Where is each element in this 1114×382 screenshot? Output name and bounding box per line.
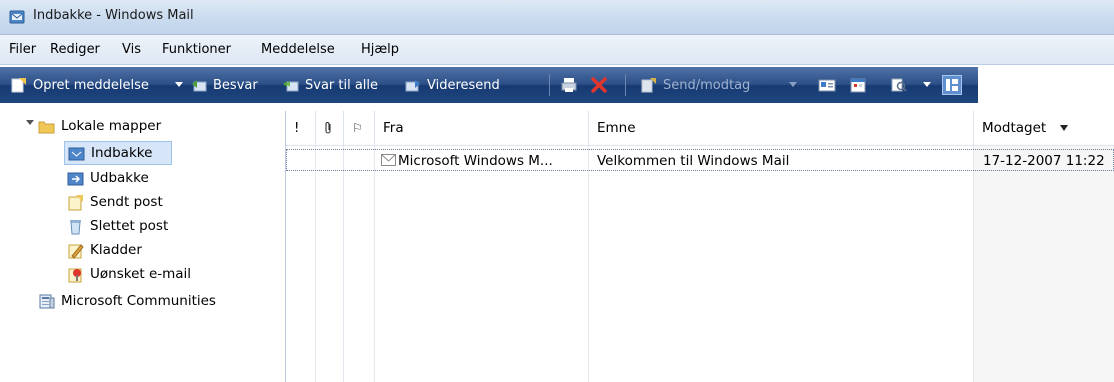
priority-icon: ! bbox=[294, 120, 300, 136]
column-header-priority[interactable]: ! bbox=[286, 111, 316, 145]
folder-local-folders[interactable]: Lokale mapper bbox=[38, 115, 161, 137]
folder-pane: Lokale mapper Indbakke Udbakke Sendt pos… bbox=[0, 111, 286, 382]
send-receive-button[interactable]: Send/modtag bbox=[640, 67, 750, 103]
calendar-button[interactable] bbox=[849, 67, 872, 103]
message-list: ! ⚐ Fra Emne Modtaget Microsoft Windows … bbox=[286, 111, 1114, 382]
create-mail-dropdown[interactable] bbox=[175, 82, 183, 87]
drafts-icon bbox=[68, 243, 84, 259]
delete-button[interactable] bbox=[590, 67, 613, 103]
send-receive-label: Send/modtag bbox=[663, 77, 751, 93]
folder-label: Lokale mapper bbox=[61, 118, 162, 134]
folder-sent[interactable]: Sendt post bbox=[67, 191, 163, 213]
forward-button[interactable]: Videresend bbox=[404, 67, 500, 103]
column-header-subject[interactable]: Emne bbox=[589, 111, 974, 145]
column-divider bbox=[374, 146, 375, 382]
folder-label: Sendt post bbox=[90, 194, 163, 210]
message-from: Microsoft Windows M... bbox=[398, 153, 553, 169]
folder-label: Uønsket e-mail bbox=[90, 266, 192, 282]
contacts-button[interactable] bbox=[818, 67, 841, 103]
folder-inbox[interactable]: Indbakke bbox=[64, 141, 172, 165]
column-divider bbox=[973, 146, 974, 382]
message-row[interactable]: Microsoft Windows M... Velkommen til Win… bbox=[286, 149, 1114, 171]
menu-file[interactable]: Filer bbox=[9, 42, 36, 57]
reply-all-button[interactable]: Svar til alle bbox=[282, 67, 378, 103]
calendar-icon bbox=[850, 78, 866, 93]
create-mail-button[interactable]: Opret meddelelse bbox=[10, 67, 149, 103]
toolbar-separator bbox=[625, 74, 626, 96]
toolbar-band: Opret meddelelse Besvar Svar til alle Vi… bbox=[0, 67, 978, 103]
toolbar: Opret meddelelse Besvar Svar til alle Vi… bbox=[0, 65, 1114, 111]
title-bar: Indbakke - Windows Mail bbox=[0, 0, 1114, 35]
reply-all-icon bbox=[283, 81, 299, 92]
column-label: Emne bbox=[597, 120, 636, 136]
flag-icon: ⚐ bbox=[352, 121, 363, 135]
create-mail-label: Opret meddelelse bbox=[33, 77, 149, 93]
layout-button[interactable] bbox=[942, 67, 967, 103]
print-icon bbox=[561, 78, 577, 92]
send-receive-icon bbox=[641, 78, 656, 93]
layout-icon bbox=[942, 75, 962, 95]
menu-bar: Filer Rediger Vis Funktioner Meddelelse … bbox=[0, 35, 1114, 65]
column-header-received[interactable]: Modtaget bbox=[974, 111, 1114, 145]
column-divider bbox=[588, 146, 589, 382]
message-received: 17-12-2007 11:22 bbox=[983, 153, 1105, 169]
folder-drafts[interactable]: Kladder bbox=[67, 239, 142, 261]
inbox-icon bbox=[68, 147, 85, 160]
folder-microsoft-communities[interactable]: Microsoft Communities bbox=[38, 290, 216, 312]
find-icon bbox=[891, 78, 907, 92]
find-button[interactable] bbox=[890, 67, 913, 103]
folder-deleted[interactable]: Slettet post bbox=[67, 215, 168, 237]
new-message-icon bbox=[11, 78, 26, 93]
column-label: Modtaget bbox=[982, 120, 1047, 136]
windows-mail-app-icon bbox=[9, 10, 25, 24]
column-divider bbox=[343, 146, 344, 382]
message-subject: Velkommen til Windows Mail bbox=[597, 153, 790, 169]
forward-icon bbox=[405, 80, 420, 92]
forward-label: Videresend bbox=[427, 77, 500, 93]
folder-label: Kladder bbox=[90, 242, 142, 258]
sent-items-icon bbox=[68, 194, 83, 210]
folder-label: Slettet post bbox=[90, 218, 169, 234]
column-header-attachment[interactable] bbox=[316, 111, 344, 145]
toolbar-separator bbox=[549, 74, 550, 96]
expand-arrow-icon[interactable] bbox=[26, 120, 34, 125]
column-header-from[interactable]: Fra bbox=[375, 111, 589, 145]
menu-tools[interactable]: Funktioner bbox=[162, 42, 231, 57]
folder-label: Microsoft Communities bbox=[61, 293, 216, 309]
folder-junk[interactable]: Uønsket e-mail bbox=[67, 263, 191, 285]
newsgroup-icon bbox=[39, 294, 55, 308]
menu-edit[interactable]: Rediger bbox=[50, 42, 100, 57]
sort-descending-icon bbox=[1060, 125, 1069, 131]
menu-view[interactable]: Vis bbox=[122, 42, 141, 57]
delete-icon bbox=[591, 77, 607, 93]
column-header-flag[interactable]: ⚐ bbox=[344, 111, 375, 145]
folder-label: Udbakke bbox=[90, 170, 149, 186]
menu-message[interactable]: Meddelelse bbox=[261, 42, 335, 57]
send-receive-dropdown[interactable] bbox=[789, 82, 797, 87]
junk-mail-icon bbox=[68, 268, 82, 282]
reply-button[interactable]: Besvar bbox=[190, 67, 258, 103]
envelope-read-icon bbox=[381, 154, 396, 166]
outbox-icon bbox=[67, 172, 84, 185]
window-title: Indbakke - Windows Mail bbox=[33, 8, 194, 23]
reply-label: Besvar bbox=[213, 77, 258, 93]
sorted-column-background bbox=[974, 146, 1114, 382]
header-divider bbox=[286, 145, 1114, 146]
print-button[interactable] bbox=[560, 67, 583, 103]
recycle-bin-icon bbox=[70, 219, 81, 234]
attachment-icon bbox=[325, 122, 331, 134]
column-label: Fra bbox=[383, 120, 404, 136]
reply-all-label: Svar til alle bbox=[305, 77, 379, 93]
folder-icon bbox=[38, 121, 55, 133]
menu-help[interactable]: Hjælp bbox=[361, 42, 399, 57]
column-divider bbox=[315, 146, 316, 382]
reply-icon bbox=[192, 80, 207, 92]
folder-outbox[interactable]: Udbakke bbox=[67, 167, 149, 189]
find-dropdown[interactable] bbox=[923, 82, 931, 87]
folder-label: Indbakke bbox=[91, 145, 153, 161]
contacts-icon bbox=[818, 79, 836, 92]
